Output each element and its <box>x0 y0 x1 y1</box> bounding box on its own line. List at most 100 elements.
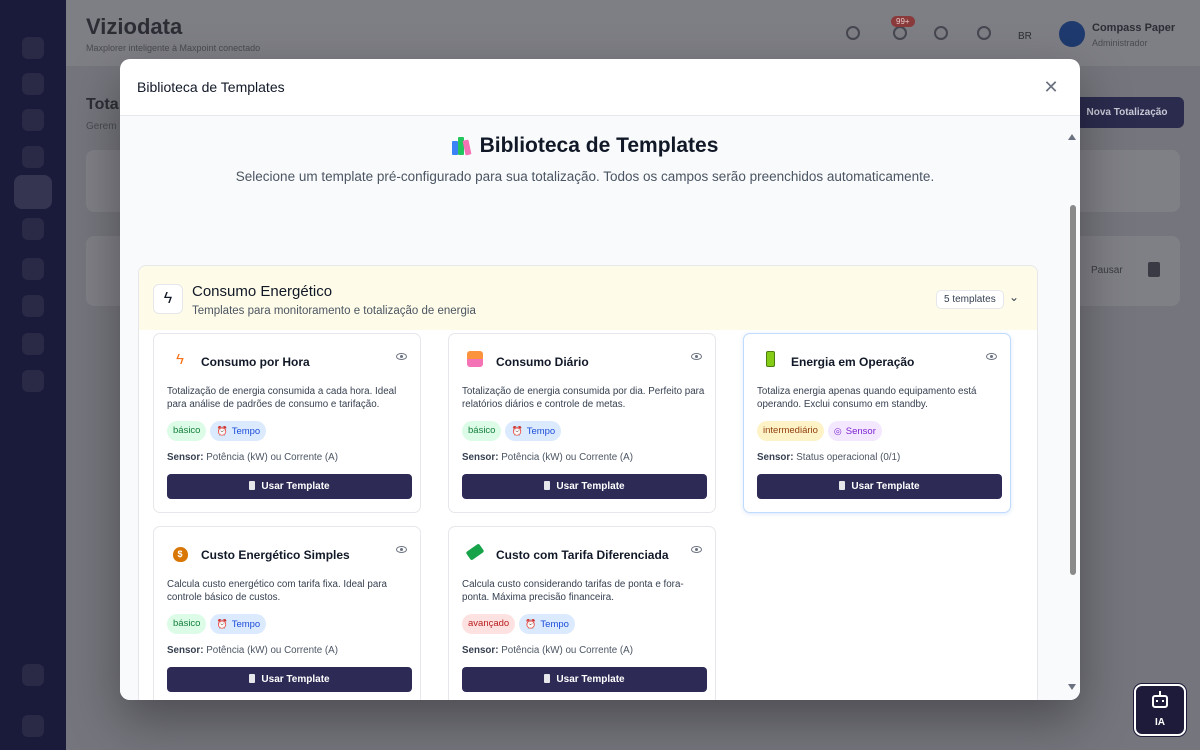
eye-icon[interactable] <box>396 353 407 360</box>
archive-icon[interactable] <box>22 109 44 131</box>
clipboard-icon <box>249 674 256 683</box>
wrench-icon[interactable] <box>22 258 44 280</box>
sensor-info: Sensor: Potência (kW) ou Corrente (A) <box>462 452 633 463</box>
user-role: Administrador <box>1092 38 1148 48</box>
user-name: Compass Paper <box>1092 22 1176 34</box>
category-description: Templates para monitoramento e totalizaç… <box>192 305 476 317</box>
layers-icon[interactable] <box>22 218 44 240</box>
use-template-label: Usar Template <box>261 674 330 685</box>
globe-icon[interactable] <box>846 26 860 40</box>
template-card: $ Custo Energético Simples Calcula custo… <box>153 526 421 700</box>
robot-icon <box>1152 691 1168 708</box>
clipboard-icon <box>544 481 551 490</box>
clipboard-icon <box>544 674 551 683</box>
database-icon[interactable] <box>22 73 44 95</box>
trigger-label: Tempo <box>540 619 569 630</box>
level-badge: básico <box>462 421 502 441</box>
sensor-label: Sensor: <box>167 645 204 656</box>
use-template-label: Usar Template <box>556 674 625 685</box>
trigger-badge: ⏰ Tempo <box>210 421 267 441</box>
ai-assistant-button[interactable]: IA <box>1134 684 1186 736</box>
template-title: Custo Energético Simples <box>201 548 350 562</box>
rocket-icon[interactable] <box>22 664 44 686</box>
language-selector[interactable]: BR <box>1018 31 1032 42</box>
template-title: Consumo Diário <box>496 355 589 369</box>
sensor-value: Potência (kW) ou Corrente (A) <box>501 452 633 463</box>
close-icon[interactable]: ✕ <box>1040 76 1062 98</box>
pause-button[interactable]: Pausar <box>1091 265 1123 276</box>
sun-icon[interactable] <box>977 26 991 40</box>
activity-icon[interactable] <box>22 146 44 168</box>
megaphone-icon[interactable] <box>934 26 948 40</box>
sunrise-icon <box>466 351 484 369</box>
file-icon[interactable] <box>22 333 44 355</box>
clipboard-icon <box>839 481 846 490</box>
template-title: Consumo por Hora <box>201 355 310 369</box>
template-description: Calcula custo energético com tarifa fixa… <box>167 579 387 603</box>
scroll-up-arrow[interactable] <box>1068 134 1076 140</box>
collapse-icon[interactable] <box>22 715 44 737</box>
ai-label: IA <box>1155 717 1165 728</box>
modal-header: Biblioteca de Templates ✕ <box>120 59 1080 116</box>
sensor-value: Potência (kW) ou Corrente (A) <box>206 452 338 463</box>
sensor-info: Sensor: Potência (kW) ou Corrente (A) <box>167 645 338 656</box>
lightning-icon: ϟ <box>153 284 183 314</box>
users-icon[interactable] <box>22 295 44 317</box>
level-badge: básico <box>167 614 207 634</box>
new-totalization-button[interactable]: Nova Totalização <box>1070 97 1184 128</box>
template-description: Totalização de energia consumida por dia… <box>462 386 705 410</box>
template-count-badge: 5 templates <box>936 290 1004 309</box>
globe-icon[interactable] <box>22 370 44 392</box>
brand-subtitle: Maxplorer inteligente à Maxpoint conecta… <box>86 43 261 53</box>
alarm-clock-icon: ⏰ <box>216 619 228 629</box>
use-template-button[interactable]: Usar Template <box>462 667 707 692</box>
template-library-modal: Biblioteca de Templates ✕ Biblioteca de … <box>120 59 1080 700</box>
scrollbar-thumb[interactable] <box>1070 205 1076 575</box>
level-badge: avançado <box>462 614 516 634</box>
sensor-label: Sensor: <box>167 452 204 463</box>
template-description: Calcula custo considerando tarifas de po… <box>462 579 684 603</box>
trigger-badge: ⏰ Tempo <box>210 614 267 634</box>
eye-icon[interactable] <box>691 546 702 553</box>
category-header[interactable]: ϟ Consumo Energético Templates para moni… <box>139 266 1037 330</box>
template-description: Totalização de energia consumida a cada … <box>167 386 397 410</box>
sensor-value: Potência (kW) ou Corrente (A) <box>501 645 633 656</box>
eye-icon[interactable] <box>396 546 407 553</box>
template-title: Custo com Tarifa Diferenciada <box>496 548 669 562</box>
eye-icon[interactable] <box>691 353 702 360</box>
money-icon <box>465 543 485 562</box>
use-template-button[interactable]: Usar Template <box>167 474 412 499</box>
bell-icon[interactable] <box>893 26 907 40</box>
chevron-down-icon[interactable]: ⌄ <box>1009 290 1019 304</box>
library-heading-text: Biblioteca de Templates <box>479 134 719 157</box>
use-template-label: Usar Template <box>261 481 330 492</box>
hero: Biblioteca de Templates Selecione um tem… <box>120 134 1050 184</box>
category-title: Consumo Energético <box>192 283 333 300</box>
sidebar <box>0 0 66 750</box>
home-icon[interactable] <box>22 37 44 59</box>
use-template-button[interactable]: Usar Template <box>757 474 1002 499</box>
trigger-label: Tempo <box>231 426 261 437</box>
trash-icon[interactable] <box>1148 262 1160 277</box>
template-title: Energia em Operação <box>791 355 915 369</box>
trigger-badge: ◎ Sensor <box>827 421 882 441</box>
modal-title: Biblioteca de Templates <box>137 79 285 95</box>
sensor-info: Sensor: Potência (kW) ou Corrente (A) <box>167 452 338 463</box>
scroll-down-arrow[interactable] <box>1068 684 1076 690</box>
chart-icon[interactable] <box>14 175 52 209</box>
sensor-label: Sensor: <box>757 452 794 463</box>
trigger-label: Tempo <box>526 426 556 437</box>
use-template-button[interactable]: Usar Template <box>462 474 707 499</box>
alarm-clock-icon: ⏰ <box>511 426 523 436</box>
books-icon <box>451 137 472 156</box>
page-title: Tota <box>86 96 119 113</box>
trigger-badge: ⏰ Tempo <box>505 421 562 441</box>
sensor-label: Sensor: <box>462 452 499 463</box>
trigger-badge: ⏰ Tempo <box>519 614 575 634</box>
template-tags: avançado ⏰ Tempo <box>462 614 575 634</box>
use-template-button[interactable]: Usar Template <box>167 667 412 692</box>
target-icon: ◎ <box>833 426 842 436</box>
eye-icon[interactable] <box>986 353 997 360</box>
avatar[interactable] <box>1059 21 1085 47</box>
alarm-clock-icon: ⏰ <box>525 619 537 629</box>
